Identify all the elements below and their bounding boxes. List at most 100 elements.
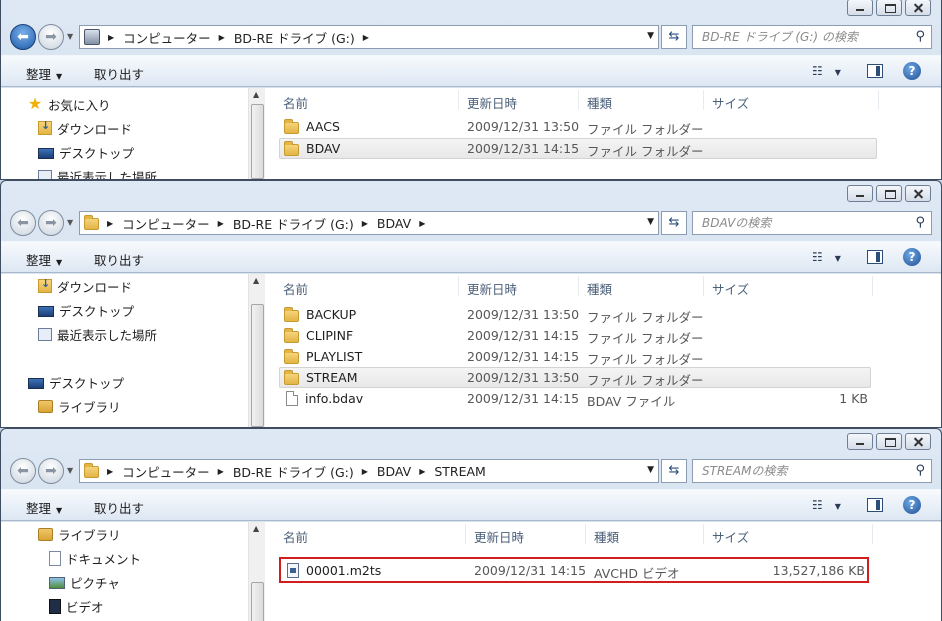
- search-icon[interactable]: ⚲: [915, 212, 925, 234]
- breadcrumb-separator[interactable]: ▶: [419, 467, 425, 476]
- breadcrumb-computer[interactable]: コンピューター: [123, 28, 211, 47]
- column-header-date[interactable]: 更新日時: [467, 93, 517, 112]
- scroll-up-icon[interactable]: ▲: [253, 524, 259, 533]
- breadcrumb-separator[interactable]: ▶: [419, 219, 425, 228]
- scrollbar-thumb[interactable]: [251, 582, 264, 621]
- forward-button[interactable]: ➡: [38, 24, 64, 50]
- change-view-button[interactable]: ☷ ▼: [812, 64, 841, 78]
- nav-pane-scrollbar[interactable]: ▲: [248, 88, 265, 179]
- chevron-down-icon[interactable]: ▼: [835, 254, 841, 263]
- minimize-button[interactable]: [847, 185, 873, 202]
- breadcrumb-separator[interactable]: ▶: [219, 33, 225, 42]
- address-bar[interactable]: ▶ コンピューター ▶ BD-RE ドライブ (G:) ▶ ▼: [79, 25, 659, 49]
- address-bar[interactable]: ▶ コンピューター ▶ BD-RE ドライブ (G:) ▶ BDAV ▶ ▼: [79, 211, 659, 235]
- search-input[interactable]: BD-RE ドライブ (G:) の検索 ⚲: [692, 25, 932, 49]
- column-header-name[interactable]: 名前: [283, 93, 308, 112]
- close-button[interactable]: [905, 433, 931, 450]
- refresh-button[interactable]: ⇆: [661, 25, 687, 49]
- chevron-down-icon[interactable]: ▼: [835, 68, 841, 77]
- eject-button[interactable]: 取り出す: [94, 64, 144, 83]
- maximize-button[interactable]: [876, 0, 902, 16]
- column-header-size[interactable]: サイズ: [712, 279, 749, 298]
- recent-pages-dropdown[interactable]: ▼: [67, 466, 73, 475]
- nav-item-recent-places[interactable]: 最近表示した場所: [38, 165, 157, 179]
- breadcrumb-drive[interactable]: BD-RE ドライブ (G:): [233, 462, 354, 481]
- breadcrumb-separator[interactable]: ▶: [218, 467, 224, 476]
- file-row-selected[interactable]: STREAM 2009/12/31 13:50 ファイル フォルダー: [279, 367, 871, 388]
- change-view-button[interactable]: ☷ ▼: [812, 250, 841, 264]
- organize-menu[interactable]: 整理 ▼: [26, 250, 62, 269]
- scrollbar-thumb[interactable]: [251, 304, 264, 427]
- close-button[interactable]: [905, 185, 931, 202]
- close-button[interactable]: [905, 0, 931, 16]
- breadcrumb-separator[interactable]: ▶: [218, 219, 224, 228]
- help-button[interactable]: ?: [903, 62, 921, 80]
- search-input[interactable]: STREAMの検索 ⚲: [692, 459, 932, 483]
- breadcrumb-bdav[interactable]: BDAV: [377, 464, 411, 479]
- breadcrumb-stream[interactable]: STREAM: [434, 464, 486, 479]
- nav-item-recent-places[interactable]: 最近表示した場所: [38, 323, 157, 345]
- search-icon[interactable]: ⚲: [915, 26, 925, 48]
- breadcrumb-separator[interactable]: ▶: [362, 219, 368, 228]
- scrollbar-thumb[interactable]: [251, 104, 264, 179]
- recent-pages-dropdown[interactable]: ▼: [67, 32, 73, 41]
- minimize-button[interactable]: [847, 0, 873, 16]
- scroll-up-icon[interactable]: ▲: [253, 276, 259, 285]
- refresh-button[interactable]: ⇆: [661, 211, 687, 235]
- column-header-name[interactable]: 名前: [283, 527, 308, 546]
- eject-button[interactable]: 取り出す: [94, 250, 144, 269]
- nav-item-libraries[interactable]: ライブラリ: [38, 395, 121, 417]
- breadcrumb-bdav[interactable]: BDAV: [377, 216, 411, 231]
- file-row[interactable]: info.bdav 2009/12/31 14:15 BDAV ファイル 1 K…: [279, 388, 871, 409]
- address-history-dropdown[interactable]: ▼: [647, 31, 654, 41]
- chevron-down-icon[interactable]: ▼: [835, 502, 841, 511]
- breadcrumb-drive[interactable]: BD-RE ドライブ (G:): [234, 28, 355, 47]
- breadcrumb-computer[interactable]: コンピューター: [122, 462, 210, 481]
- file-row[interactable]: BACKUP 2009/12/31 13:50 ファイル フォルダー: [279, 304, 871, 325]
- maximize-button[interactable]: [876, 433, 902, 450]
- nav-pane-scrollbar[interactable]: ▲: [248, 522, 265, 621]
- back-button[interactable]: ⬅: [10, 24, 36, 50]
- help-button[interactable]: ?: [903, 496, 921, 514]
- preview-pane-button[interactable]: [867, 250, 883, 264]
- address-history-dropdown[interactable]: ▼: [647, 217, 654, 227]
- scroll-up-icon[interactable]: ▲: [253, 90, 259, 99]
- column-header-size[interactable]: サイズ: [712, 93, 749, 112]
- nav-item-libraries[interactable]: ライブラリ: [38, 523, 121, 545]
- file-row[interactable]: PLAYLIST 2009/12/31 14:15 ファイル フォルダー: [279, 346, 871, 367]
- file-row-highlighted[interactable]: 00001.m2ts 2009/12/31 14:15 AVCHD ビデオ 13…: [279, 557, 869, 583]
- nav-item-videos[interactable]: ビデオ: [49, 595, 104, 617]
- nav-item-downloads[interactable]: ダウンロード: [38, 275, 132, 297]
- column-header-date[interactable]: 更新日時: [474, 527, 524, 546]
- nav-item-desktop[interactable]: デスクトップ: [38, 141, 134, 163]
- nav-item-favorites[interactable]: ★ お気に入り: [27, 93, 111, 115]
- nav-item-desktop-root[interactable]: デスクトップ: [28, 371, 124, 393]
- forward-button[interactable]: ➡: [38, 458, 64, 484]
- minimize-button[interactable]: [847, 433, 873, 450]
- column-header-type[interactable]: 種類: [594, 527, 619, 546]
- column-header-type[interactable]: 種類: [587, 279, 612, 298]
- column-header-date[interactable]: 更新日時: [467, 279, 517, 298]
- file-row[interactable]: CLIPINF 2009/12/31 14:15 ファイル フォルダー: [279, 325, 871, 346]
- maximize-button[interactable]: [876, 185, 902, 202]
- search-input[interactable]: BDAVの検索 ⚲: [692, 211, 932, 235]
- preview-pane-button[interactable]: [867, 498, 883, 512]
- nav-item-pictures[interactable]: ピクチャ: [49, 571, 120, 593]
- preview-pane-button[interactable]: [867, 64, 883, 78]
- file-row[interactable]: AACS 2009/12/31 13:50 ファイル フォルダー: [279, 116, 877, 137]
- eject-button[interactable]: 取り出す: [94, 498, 144, 517]
- search-icon[interactable]: ⚲: [915, 460, 925, 482]
- nav-item-downloads[interactable]: ダウンロード: [38, 117, 132, 139]
- back-button[interactable]: ⬅: [10, 210, 36, 236]
- nav-item-documents[interactable]: ドキュメント: [49, 547, 141, 569]
- refresh-button[interactable]: ⇆: [661, 459, 687, 483]
- help-button[interactable]: ?: [903, 248, 921, 266]
- address-history-dropdown[interactable]: ▼: [647, 465, 654, 475]
- breadcrumb-drive[interactable]: BD-RE ドライブ (G:): [233, 214, 354, 233]
- breadcrumb-separator[interactable]: ▶: [107, 467, 113, 476]
- back-button[interactable]: ⬅: [10, 458, 36, 484]
- column-header-name[interactable]: 名前: [283, 279, 308, 298]
- organize-menu[interactable]: 整理 ▼: [26, 498, 62, 517]
- organize-menu[interactable]: 整理 ▼: [26, 64, 62, 83]
- file-row-selected[interactable]: BDAV 2009/12/31 14:15 ファイル フォルダー: [279, 138, 877, 159]
